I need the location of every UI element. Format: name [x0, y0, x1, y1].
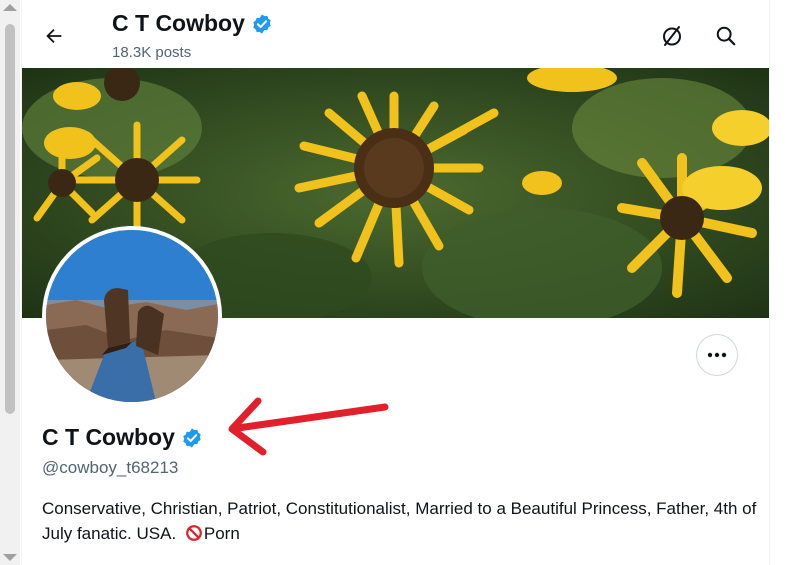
profile-avatar[interactable]: [42, 226, 222, 406]
scroll-thumb[interactable]: [5, 24, 15, 414]
bio-text: Conservative, Christian, Patriot, Consti…: [42, 499, 757, 543]
scroll-down-arrow[interactable]: [3, 554, 17, 561]
arrow-left-icon: [46, 28, 62, 44]
profile-handle: @cowboy_t68213: [42, 458, 179, 477]
more-options-button[interactable]: [696, 334, 738, 376]
window-scrollbar[interactable]: [0, 0, 20, 565]
scroll-up-arrow[interactable]: [3, 4, 17, 11]
prohibited-icon: [186, 525, 202, 541]
header-title: C T Cowboy: [112, 10, 273, 37]
profile-header: C T Cowboy 18.3K posts: [22, 0, 769, 68]
more-dots-icon: [707, 352, 727, 358]
avatar-photo: [46, 230, 218, 402]
back-button[interactable]: [36, 20, 72, 52]
slash-circle-icon: [663, 26, 681, 46]
header-name-text: C T Cowboy: [112, 10, 245, 36]
profile-bio: Conservative, Christian, Patriot, Consti…: [42, 496, 757, 546]
search-icon: [716, 26, 736, 46]
bio-tail-text: Porn: [203, 524, 240, 543]
verified-badge-icon: [253, 13, 271, 34]
search-button[interactable]: [708, 20, 744, 52]
profile-column: C T Cowboy 18.3K posts C T Cowboy @cowbo…: [21, 0, 770, 565]
verified-badge-icon[interactable]: [181, 427, 203, 449]
profile-display-name: C T Cowboy: [42, 424, 203, 451]
profile-name-text: C T Cowboy: [42, 424, 175, 450]
grok-button[interactable]: [654, 20, 690, 52]
post-count: 18.3K posts: [112, 44, 192, 61]
